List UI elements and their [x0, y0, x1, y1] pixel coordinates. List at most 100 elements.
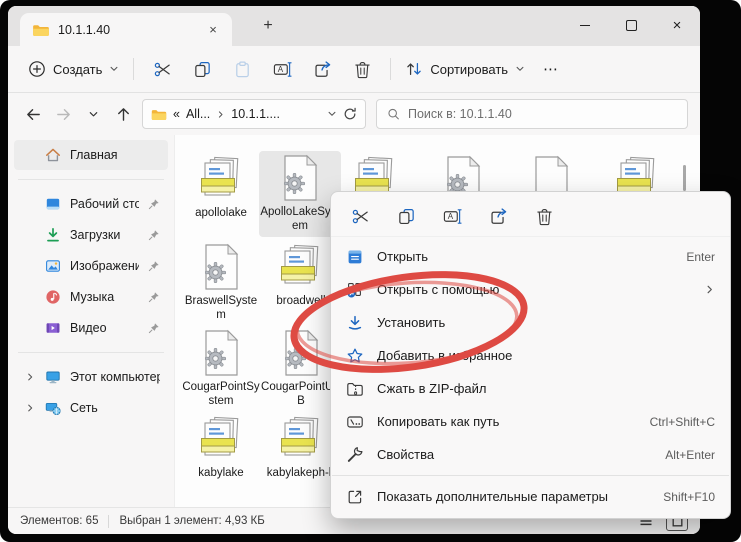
maximize-icon — [625, 19, 637, 31]
file-tile[interactable]: apollolake — [181, 155, 261, 220]
chevron-down-icon — [109, 64, 119, 74]
file-tile[interactable]: kabylake — [181, 415, 261, 480]
more-options-button[interactable]: ⋯ — [531, 60, 571, 78]
file-tile[interactable]: CougarPointSystem — [181, 329, 261, 408]
forward-button[interactable] — [48, 99, 78, 129]
chevron-down-icon — [88, 109, 99, 120]
sidebar-divider — [18, 352, 164, 353]
tab-close-button[interactable]: × — [202, 20, 224, 40]
menu-item-shortcut: Ctrl+Shift+C — [649, 414, 715, 429]
menu-item-open-with[interactable]: Открыть с помощью — [331, 273, 730, 306]
file-label: apollolake — [195, 207, 247, 219]
desktop-icon — [45, 196, 61, 212]
navigation-bar: « All... 10.1.1.... — [8, 93, 700, 135]
menu-item-add-favorites[interactable]: Добавить в избранное — [331, 339, 730, 372]
share-icon[interactable] — [489, 207, 508, 226]
pin-icon — [148, 291, 160, 303]
sidebar-item-label: Этот компьютер — [70, 370, 160, 384]
copy-icon[interactable] — [397, 207, 416, 226]
sidebar-item-network[interactable]: Сеть — [14, 393, 168, 423]
network-icon — [45, 400, 61, 416]
zip-folder-icon — [346, 380, 364, 398]
close-button[interactable]: × — [654, 6, 700, 44]
status-divider — [108, 514, 110, 528]
address-bar[interactable]: « All... 10.1.1.... — [142, 99, 366, 129]
zip-file-icon — [277, 243, 325, 291]
rename-button[interactable] — [262, 52, 302, 86]
sidebar-item-this-pc[interactable]: Этот компьютер — [14, 362, 168, 392]
sidebar-item-desktop[interactable]: Рабочий стол — [14, 189, 168, 219]
tab-title: 10.1.1.40 — [58, 22, 111, 37]
sidebar-item-home[interactable]: Главная — [14, 140, 168, 170]
copy-button[interactable] — [182, 52, 222, 86]
pin-icon — [148, 198, 160, 210]
menu-separator — [332, 475, 729, 476]
selection-info: Выбран 1 элемент: 4,93 КБ — [119, 515, 265, 527]
share-button[interactable] — [302, 52, 342, 86]
zip-file-icon — [197, 415, 245, 463]
minimize-icon — [580, 24, 590, 26]
search-input[interactable] — [407, 107, 677, 121]
menu-item-properties[interactable]: Свойства Alt+Enter — [331, 438, 730, 471]
file-label: CougarPointUSB — [261, 381, 341, 407]
share-icon — [313, 60, 332, 79]
folder-icon — [151, 108, 167, 121]
cut-icon — [153, 60, 172, 79]
recent-locations-button[interactable] — [78, 99, 108, 129]
file-tile[interactable]: kabylakeph-h — [261, 415, 341, 480]
sort-button[interactable]: Сортировать — [399, 54, 531, 84]
rename-icon[interactable] — [443, 207, 462, 226]
sidebar-item-label: Видео — [70, 321, 107, 335]
file-tile[interactable]: CougarPointUSB — [261, 329, 341, 408]
breadcrumb-parent[interactable]: All... — [186, 107, 210, 121]
menu-item-show-more-options[interactable]: Показать дополнительные параметры Shift+… — [331, 480, 730, 513]
vertical-scrollbar-thumb[interactable] — [683, 165, 686, 191]
file-tile[interactable]: BraswellSystem — [181, 243, 261, 322]
menu-item-compress-zip[interactable]: Сжать в ZIP-файл — [331, 372, 730, 405]
zip-file-icon — [197, 155, 245, 203]
file-tile-selected[interactable]: ApolloLakeSystem — [259, 151, 341, 237]
downloads-icon — [45, 227, 61, 243]
chevron-down-icon[interactable] — [327, 109, 337, 119]
search-box[interactable] — [376, 99, 688, 129]
crumb-prefix[interactable]: « — [173, 107, 180, 121]
chevron-right-icon[interactable] — [24, 372, 36, 382]
new-button-label: Создать — [53, 61, 103, 77]
chevron-right-icon[interactable] — [24, 403, 36, 413]
new-button[interactable]: Создать — [22, 54, 125, 84]
menu-item-open[interactable]: Открыть Enter — [331, 240, 730, 273]
sort-icon — [405, 60, 423, 78]
chevron-right-icon — [216, 110, 225, 119]
back-button[interactable] — [18, 99, 48, 129]
sidebar-item-label: Музыка — [70, 290, 115, 304]
tab-current[interactable]: 10.1.1.40 × — [20, 13, 232, 46]
paste-button[interactable] — [222, 52, 262, 86]
file-tile[interactable]: broadwell — [261, 243, 341, 308]
pin-icon — [148, 229, 160, 241]
minimize-button[interactable] — [562, 6, 608, 44]
cut-icon[interactable] — [351, 207, 370, 226]
sidebar-item-videos[interactable]: Видео — [14, 313, 168, 343]
up-button[interactable] — [108, 99, 138, 129]
copy-path-icon — [346, 413, 364, 431]
sidebar-item-label: Загрузки — [70, 228, 121, 242]
trash-icon[interactable] — [535, 207, 554, 226]
new-tab-button[interactable]: + — [256, 14, 280, 38]
menu-item-install[interactable]: Установить — [331, 306, 730, 339]
pictures-icon — [45, 258, 61, 274]
open-with-icon — [346, 281, 364, 299]
sidebar-item-label: Главная — [70, 148, 118, 162]
menu-item-label: Добавить в избранное — [377, 348, 513, 363]
delete-button[interactable] — [342, 52, 382, 86]
breadcrumb-current[interactable]: 10.1.1.... — [231, 107, 280, 121]
menu-item-label: Установить — [377, 315, 446, 330]
pin-icon — [148, 322, 160, 334]
menu-item-copy-path[interactable]: Копировать как путь Ctrl+Shift+C — [331, 405, 730, 438]
cut-button[interactable] — [142, 52, 182, 86]
sidebar-item-pictures[interactable]: Изображения — [14, 251, 168, 281]
refresh-icon[interactable] — [343, 107, 357, 121]
music-icon — [45, 289, 61, 305]
sidebar-item-music[interactable]: Музыка — [14, 282, 168, 312]
maximize-button[interactable] — [608, 6, 654, 44]
sidebar-item-downloads[interactable]: Загрузки — [14, 220, 168, 250]
